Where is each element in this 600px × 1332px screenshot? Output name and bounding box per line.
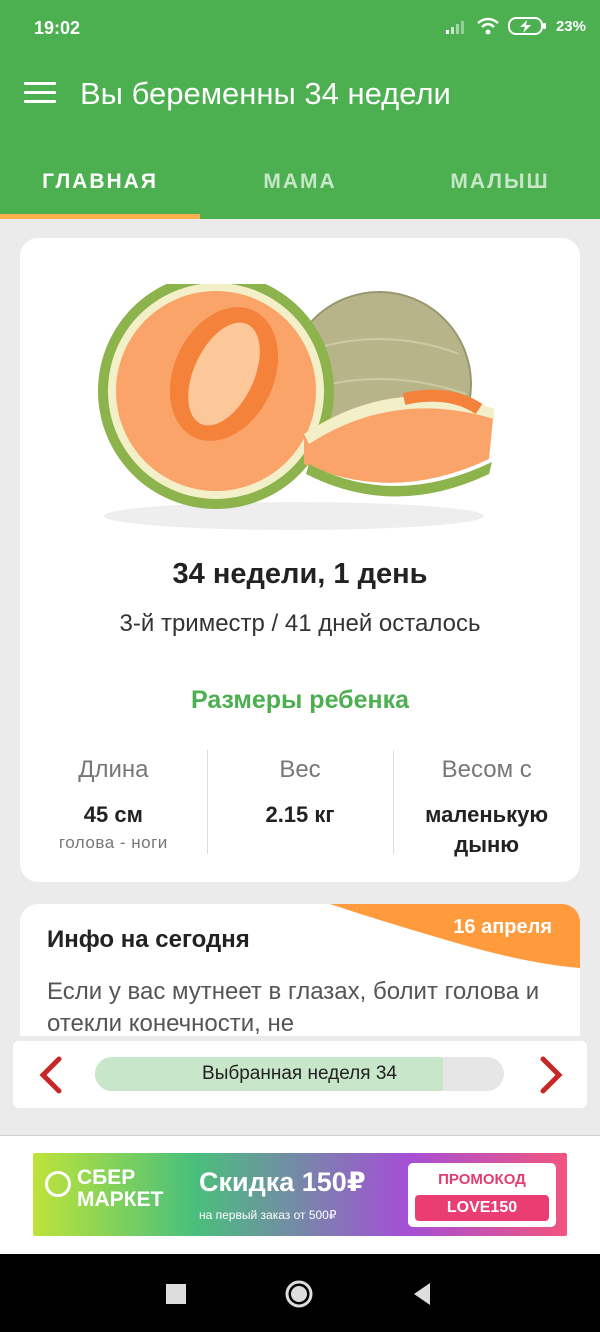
ad-brand-line1: СБЕР	[77, 1166, 136, 1189]
ad-promo-code: LOVE150	[415, 1195, 549, 1221]
baby-stats: Длина 45 см голова - ноги Вес 2.15 кг Ве…	[20, 748, 580, 858]
ad-brand-line2: МАРКЕТ	[77, 1188, 164, 1211]
ad-promo-label: ПРОМОКОД	[438, 1171, 526, 1188]
signal-icon	[445, 21, 464, 34]
check-icon	[45, 1171, 71, 1197]
stat-length: Длина 45 см голова - ноги	[20, 748, 207, 858]
stat-sub: голова - ноги	[58, 833, 168, 852]
wifi-icon	[477, 17, 499, 35]
stat-compare: Весом с маленькую дыню	[393, 748, 580, 858]
stat-label: Весом с	[441, 756, 532, 783]
app-bar: Вы беременны 34 недели	[0, 58, 600, 136]
chevron-left-icon[interactable]	[33, 1055, 69, 1095]
page-title: Вы беременны 34 недели	[80, 76, 451, 111]
melon-image	[98, 284, 494, 530]
info-text: Если у вас мутнеет в глазах, болит голов…	[47, 978, 540, 1036]
status-icons: 23%	[445, 16, 586, 36]
ad-banner[interactable]: СБЕР МАРКЕТ Скидка 150₽ на первый заказ о…	[33, 1153, 567, 1236]
system-nav-bar	[0, 1254, 600, 1332]
status-bar: 19:02 23%	[0, 0, 600, 58]
tab-bar: ГЛАВНАЯ МАМА МАЛЫШ	[0, 136, 600, 219]
nav-square-icon[interactable]	[160, 1278, 192, 1310]
ad-brand-logo: СБЕР МАРКЕТ	[45, 1167, 163, 1211]
menu-icon[interactable]	[24, 82, 56, 108]
trimester-text: 3-й триместр / 41 дней осталось	[119, 610, 481, 637]
battery-icon	[507, 17, 546, 35]
status-time: 19:02	[34, 18, 81, 38]
stat-value: 45 см	[83, 802, 143, 827]
info-card[interactable]: 16 апреля Инфо на сегодня Если у вас мут…	[20, 904, 580, 1036]
stat-value: 2.15 кг	[265, 802, 335, 827]
ad-promo-box: ПРОМОКОД LOVE150	[408, 1163, 556, 1227]
nav-back-icon[interactable]	[406, 1278, 438, 1310]
ad-discount: Скидка 150₽	[199, 1167, 366, 1197]
tab-mom[interactable]: МАМА	[200, 136, 400, 219]
chevron-right-icon[interactable]	[533, 1055, 569, 1095]
stat-label: Длина	[78, 756, 149, 783]
ad-discount-sub: на первый заказ от 500₽	[199, 1208, 337, 1222]
week-selector: Выбранная неделя 34	[13, 1041, 587, 1108]
battery-percent: 23%	[555, 17, 586, 35]
stat-label: Вес	[279, 756, 321, 783]
week-progress-label: Выбранная неделя 34	[202, 1063, 397, 1084]
baby-sizes-title: Размеры ребенка	[190, 686, 410, 714]
stat-weight: Вес 2.15 кг	[206, 748, 394, 858]
tab-main[interactable]: ГЛАВНАЯ	[0, 136, 200, 219]
tab-baby[interactable]: МАЛЫШ	[400, 136, 600, 219]
info-date: 16 апреля	[453, 916, 552, 938]
info-title: Инфо на сегодня	[47, 926, 250, 953]
week-day-heading: 34 недели, 1 день	[172, 558, 428, 590]
ad-area: СБЕР МАРКЕТ Скидка 150₽ на первый заказ о…	[0, 1136, 600, 1254]
week-card: 34 недели, 1 день 3-й триместр / 41 дней…	[20, 238, 580, 882]
stat-value: маленькую дыню	[425, 802, 549, 857]
nav-circle-icon[interactable]	[283, 1278, 315, 1310]
week-progress[interactable]: Выбранная неделя 34	[95, 1057, 504, 1091]
